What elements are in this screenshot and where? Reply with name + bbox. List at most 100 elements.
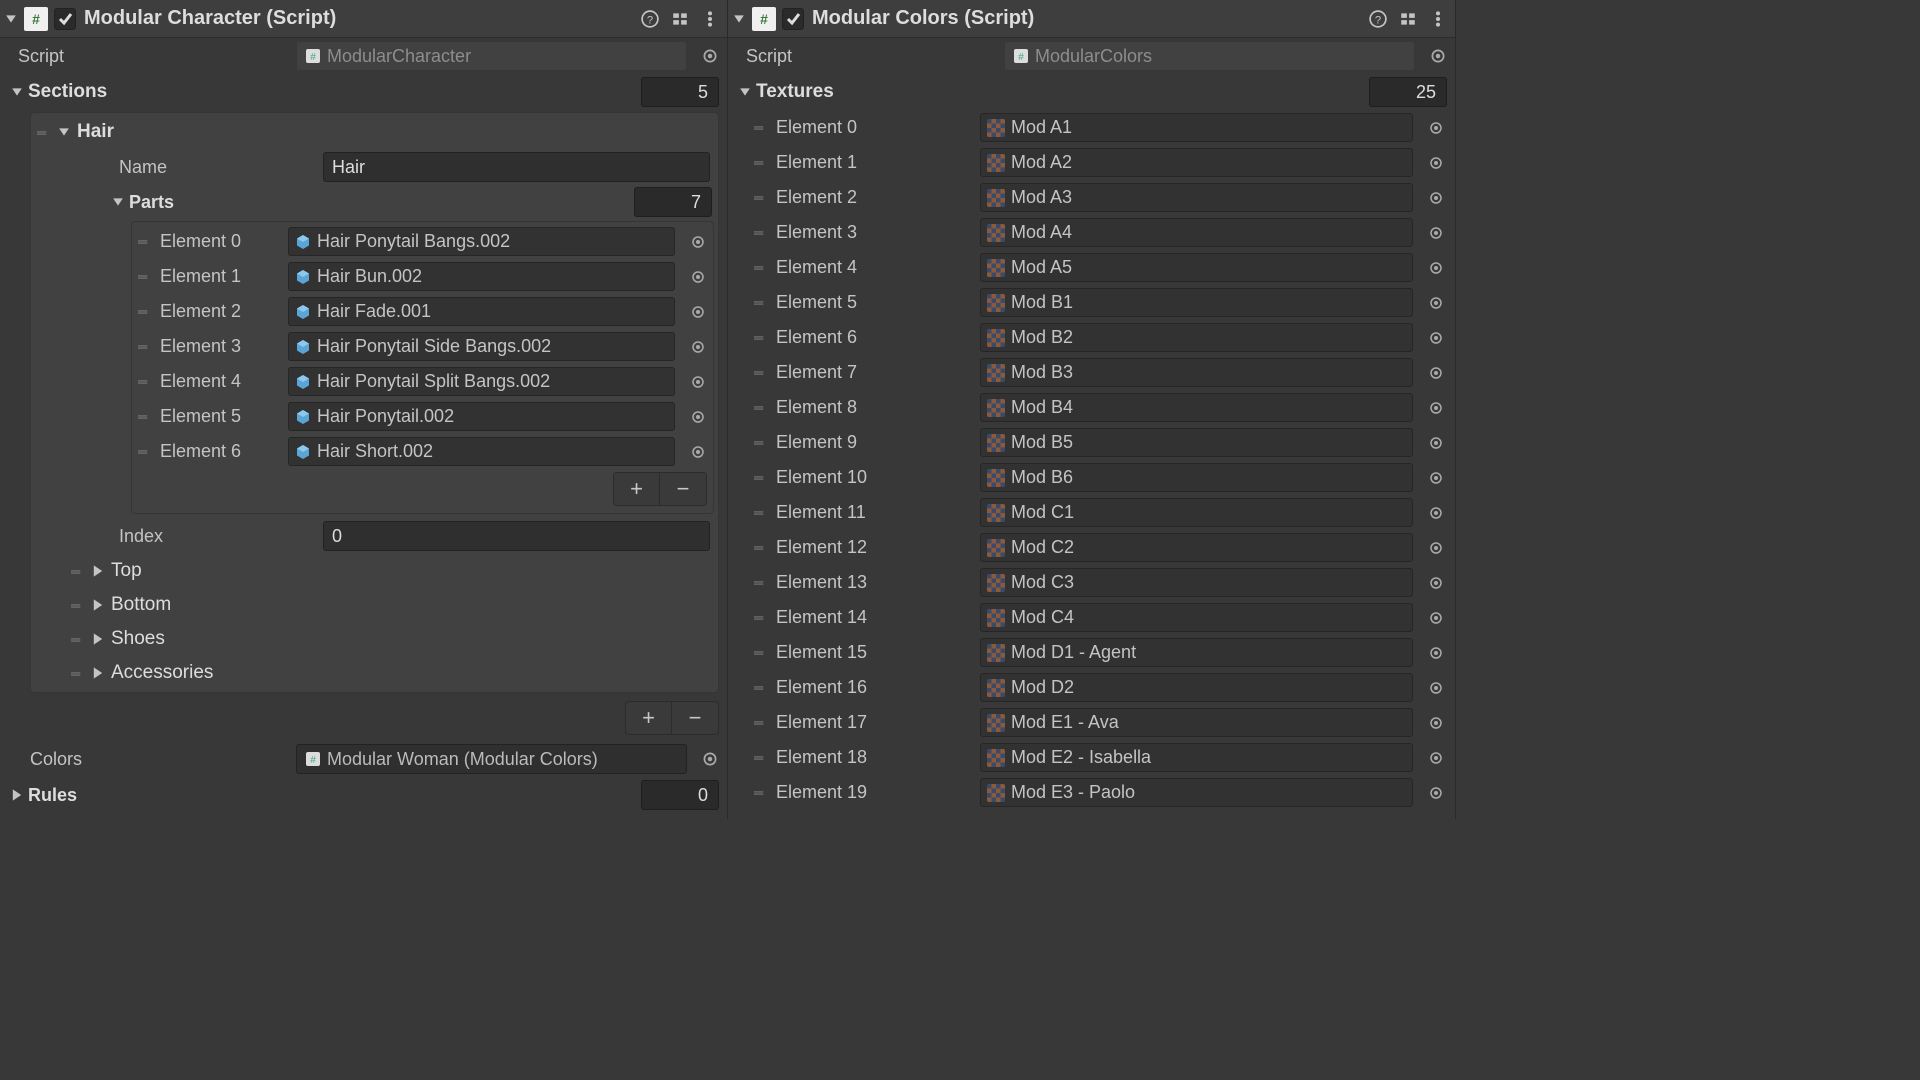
element-object-field[interactable]: Mod B3 (980, 358, 1413, 387)
element-object-field[interactable]: Mod B5 (980, 428, 1413, 457)
parts-foldout[interactable] (111, 195, 125, 209)
parts-count-field[interactable]: 7 (634, 187, 712, 217)
object-picker-icon[interactable] (1427, 504, 1445, 522)
preset-icon[interactable] (1399, 10, 1417, 28)
parts-add-button[interactable]: + (614, 473, 660, 505)
object-picker-icon[interactable] (701, 750, 719, 768)
element-object-field[interactable]: Mod E3 - Paolo (980, 778, 1413, 807)
element-object-field[interactable]: Mod E1 - Ava (980, 708, 1413, 737)
object-picker-icon[interactable] (1427, 784, 1445, 802)
element-object-field[interactable]: Mod D1 - Agent (980, 638, 1413, 667)
object-picker-icon[interactable] (1427, 609, 1445, 627)
drag-handle-icon[interactable]: ═ (754, 295, 768, 310)
element-object-field[interactable]: Mod C4 (980, 603, 1413, 632)
drag-handle-icon[interactable]: ═ (754, 540, 768, 555)
context-menu-icon[interactable] (1429, 10, 1447, 28)
drag-handle-icon[interactable]: ═ (71, 598, 85, 613)
component-foldout[interactable] (4, 12, 18, 26)
element-object-field[interactable]: Mod A3 (980, 183, 1413, 212)
element-object-field[interactable]: Mod A1 (980, 113, 1413, 142)
drag-handle-icon[interactable]: ═ (37, 125, 51, 140)
element-object-field[interactable]: Hair Short.002 (288, 437, 675, 466)
object-picker-icon[interactable] (1427, 644, 1445, 662)
sections-add-button[interactable]: + (626, 702, 672, 734)
drag-handle-icon[interactable]: ═ (754, 750, 768, 765)
sections-remove-button[interactable]: − (672, 702, 718, 734)
drag-handle-icon[interactable]: ═ (754, 575, 768, 590)
help-icon[interactable]: ? (1369, 10, 1387, 28)
parts-remove-button[interactable]: − (660, 473, 706, 505)
element-object-field[interactable]: Mod B6 (980, 463, 1413, 492)
object-picker-icon[interactable] (689, 373, 707, 391)
textures-foldout[interactable] (738, 85, 752, 99)
element-object-field[interactable]: Mod B4 (980, 393, 1413, 422)
drag-handle-icon[interactable]: ═ (754, 715, 768, 730)
rules-count-field[interactable]: 0 (641, 780, 719, 810)
object-picker-icon[interactable] (1427, 469, 1445, 487)
element-object-field[interactable]: Hair Ponytail Bangs.002 (288, 227, 675, 256)
sections-foldout[interactable] (10, 85, 24, 99)
object-picker-icon[interactable] (1427, 574, 1445, 592)
object-picker-icon[interactable] (1429, 47, 1447, 65)
drag-handle-icon[interactable]: ═ (754, 785, 768, 800)
drag-handle-icon[interactable]: ═ (754, 260, 768, 275)
drag-handle-icon[interactable]: ═ (754, 155, 768, 170)
hair-name-input[interactable]: Hair (323, 152, 710, 182)
object-picker-icon[interactable] (689, 338, 707, 356)
element-object-field[interactable]: Mod C3 (980, 568, 1413, 597)
element-object-field[interactable]: Hair Ponytail.002 (288, 402, 675, 431)
drag-handle-icon[interactable]: ═ (754, 190, 768, 205)
drag-handle-icon[interactable]: ═ (754, 400, 768, 415)
drag-handle-icon[interactable]: ═ (138, 269, 152, 284)
element-object-field[interactable]: Mod C1 (980, 498, 1413, 527)
drag-handle-icon[interactable]: ═ (754, 225, 768, 240)
sections-count-field[interactable]: 5 (641, 77, 719, 107)
element-object-field[interactable]: Hair Bun.002 (288, 262, 675, 291)
drag-handle-icon[interactable]: ═ (71, 564, 85, 579)
object-picker-icon[interactable] (1427, 329, 1445, 347)
component-enabled-checkbox[interactable] (54, 8, 76, 30)
drag-handle-icon[interactable]: ═ (754, 645, 768, 660)
rules-foldout[interactable] (10, 788, 24, 802)
drag-handle-icon[interactable]: ═ (138, 234, 152, 249)
hair-index-input[interactable]: 0 (323, 521, 710, 551)
drag-handle-icon[interactable]: ═ (754, 330, 768, 345)
object-picker-icon[interactable] (1427, 189, 1445, 207)
drag-handle-icon[interactable]: ═ (754, 470, 768, 485)
object-picker-icon[interactable] (689, 233, 707, 251)
drag-handle-icon[interactable]: ═ (754, 435, 768, 450)
object-picker-icon[interactable] (1427, 714, 1445, 732)
object-picker-icon[interactable] (1427, 119, 1445, 137)
object-picker-icon[interactable] (689, 443, 707, 461)
drag-handle-icon[interactable]: ═ (138, 339, 152, 354)
object-picker-icon[interactable] (1427, 539, 1445, 557)
section-foldout[interactable] (91, 632, 105, 646)
colors-object-field[interactable]: # Modular Woman (Modular Colors) (296, 744, 687, 774)
preset-icon[interactable] (671, 10, 689, 28)
object-picker-icon[interactable] (1427, 434, 1445, 452)
object-picker-icon[interactable] (1427, 294, 1445, 312)
section-foldout[interactable] (91, 564, 105, 578)
element-object-field[interactable]: Hair Ponytail Side Bangs.002 (288, 332, 675, 361)
drag-handle-icon[interactable]: ═ (138, 374, 152, 389)
element-object-field[interactable]: Mod A5 (980, 253, 1413, 282)
object-picker-icon[interactable] (1427, 364, 1445, 382)
object-picker-icon[interactable] (1427, 154, 1445, 172)
hair-foldout[interactable] (57, 125, 71, 139)
script-object-field[interactable]: # ModularCharacter (296, 41, 687, 71)
object-picker-icon[interactable] (689, 303, 707, 321)
context-menu-icon[interactable] (701, 10, 719, 28)
element-object-field[interactable]: Mod E2 - Isabella (980, 743, 1413, 772)
help-icon[interactable]: ? (641, 10, 659, 28)
component-foldout[interactable] (732, 12, 746, 26)
drag-handle-icon[interactable]: ═ (754, 365, 768, 380)
textures-count-field[interactable]: 25 (1369, 77, 1447, 107)
drag-handle-icon[interactable]: ═ (754, 120, 768, 135)
drag-handle-icon[interactable]: ═ (138, 304, 152, 319)
component-enabled-checkbox[interactable] (782, 8, 804, 30)
section-foldout[interactable] (91, 666, 105, 680)
element-object-field[interactable]: Mod A2 (980, 148, 1413, 177)
object-picker-icon[interactable] (689, 408, 707, 426)
element-object-field[interactable]: Mod C2 (980, 533, 1413, 562)
drag-handle-icon[interactable]: ═ (754, 505, 768, 520)
